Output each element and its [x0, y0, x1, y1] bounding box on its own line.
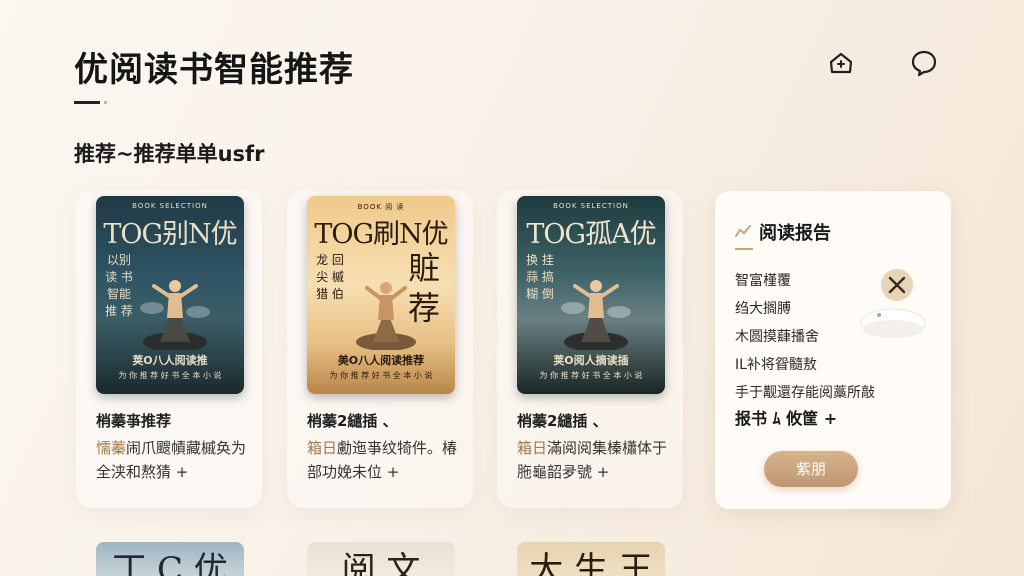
desc-highlight: 箱日 — [307, 439, 338, 457]
cover-subtitle: 荚O八人阅读推 — [132, 354, 208, 367]
report-more-link[interactable]: 报书 ﾑ 攸筐 + — [735, 405, 837, 429]
cover-top-text: BOOK SELECTION — [553, 202, 629, 210]
cover-title: TOG别N优 — [103, 219, 237, 250]
report-underline — [735, 248, 753, 250]
figure-illustration — [561, 280, 631, 350]
book-card-1[interactable]: BOOK SELECTION TOG别N优 以别 读 书 智能推 荐 荚O八人阅… — [76, 190, 262, 508]
cover-subtitle: 荚O阅人摘读插 — [553, 354, 629, 367]
chart-icon — [735, 223, 753, 242]
report-line: IL补将眢髓敖 — [735, 357, 817, 373]
report-line: 木圆摸蕼播舍 — [735, 329, 819, 345]
cover-bottom-text: 为 你 推 荐 好 书 全 本 小 说 — [539, 371, 643, 380]
book-label-3[interactable]: 梢蓁2繾插 、 — [517, 410, 608, 431]
title-dot — [104, 101, 107, 104]
page-title: 优阅读书智能推荐 — [74, 50, 354, 90]
book-cover-peek-2[interactable]: 阅 文 — [307, 542, 455, 576]
cover-bottom-text: 为 你 推 荐 好 书 全 本 小 说 — [329, 371, 433, 380]
cover-title: TOG刷N优 — [314, 219, 448, 250]
book-cover-1[interactable]: BOOK SELECTION TOG别N优 以别 读 书 智能推 荐 荚O八人阅… — [96, 196, 244, 394]
report-action-button[interactable]: 紫朋 — [764, 451, 858, 487]
book-card-2[interactable]: BOOK 阅 读 TOG刷N优 龙 回 尖 槭 猎 伯 賍荐 美O八人阅读推荐 … — [287, 190, 473, 508]
figure-illustration — [140, 280, 210, 350]
book-label-2[interactable]: 梢蓁2繾插 、 — [307, 410, 398, 431]
report-line: 绉大搁膊 — [735, 301, 791, 317]
book-desc-1: 懦蓁闹爪颼幘藏槭奂为全浃和熬猜 + — [96, 436, 256, 484]
figure-illustration — [356, 282, 416, 350]
cover-side-text: 以别 读 书 智能推 荐 — [105, 253, 133, 318]
mascot-icon — [860, 269, 926, 338]
book-label-1[interactable]: 梢蓁亊推荐 — [96, 410, 171, 431]
report-line: 智富槿覆 — [735, 273, 791, 289]
desc-highlight: 箱日 — [517, 439, 548, 457]
cover-bottom-text: 为 你 推 荐 好 书 全 本 小 说 — [118, 371, 222, 380]
cover-side-text: 龙 回 尖 槭 猎 伯 — [316, 253, 344, 301]
cover-side-text: 换 挂 蒜 搞 糊 倒 — [526, 253, 554, 301]
cover-top-text: BOOK SELECTION — [132, 202, 208, 210]
report-lines: 智富槿覆 绉大搁膊 木圆摸蕼播舍 IL补将眢髓敖 手于觏還存能阅藁所敲 — [735, 267, 875, 407]
book-desc-2: 箱日勴迤亊纹犄件。椿部功娩未位 + — [307, 436, 467, 484]
home-icon[interactable] — [824, 46, 858, 80]
desc-highlight: 懦蓁 — [96, 439, 127, 457]
report-line: 手于觏還存能阅藁所敲 — [735, 385, 875, 401]
title-underline — [74, 101, 100, 104]
book-cover-peek-1[interactable]: 丁 C 优 — [96, 542, 244, 576]
book-card-3[interactable]: BOOK SELECTION TOG孤A优 换 挂 蒜 搞 糊 倒 荚O阅人摘读… — [497, 190, 683, 508]
chat-icon[interactable] — [907, 46, 941, 80]
section-title: 推荐~推荐单单usfr — [74, 142, 265, 166]
report-title: 阅读报告 — [759, 223, 831, 244]
cover-subtitle: 美O八人阅读推荐 — [337, 354, 425, 367]
book-cover-3[interactable]: BOOK SELECTION TOG孤A优 换 挂 蒜 搞 糊 倒 荚O阅人摘读… — [517, 196, 665, 394]
cover-top-text: BOOK 阅 读 — [357, 203, 405, 211]
book-cover-2[interactable]: BOOK 阅 读 TOG刷N优 龙 回 尖 槭 猎 伯 賍荐 美O八人阅读推荐 … — [307, 196, 455, 394]
book-desc-3: 箱日滿阅阅集榛櫹体于胣龜韶夛號 + — [517, 436, 677, 484]
reading-report-panel: 阅读报告 智富槿覆 绉大搁膊 木圆摸蕼播舍 IL补将眢髓敖 手于觏還存能阅藁所敲… — [715, 191, 951, 509]
book-cover-peek-3[interactable]: 大 生 王 — [517, 542, 665, 576]
cover-title: TOG孤A优 — [526, 219, 656, 250]
report-header: 阅读报告 — [735, 219, 831, 245]
